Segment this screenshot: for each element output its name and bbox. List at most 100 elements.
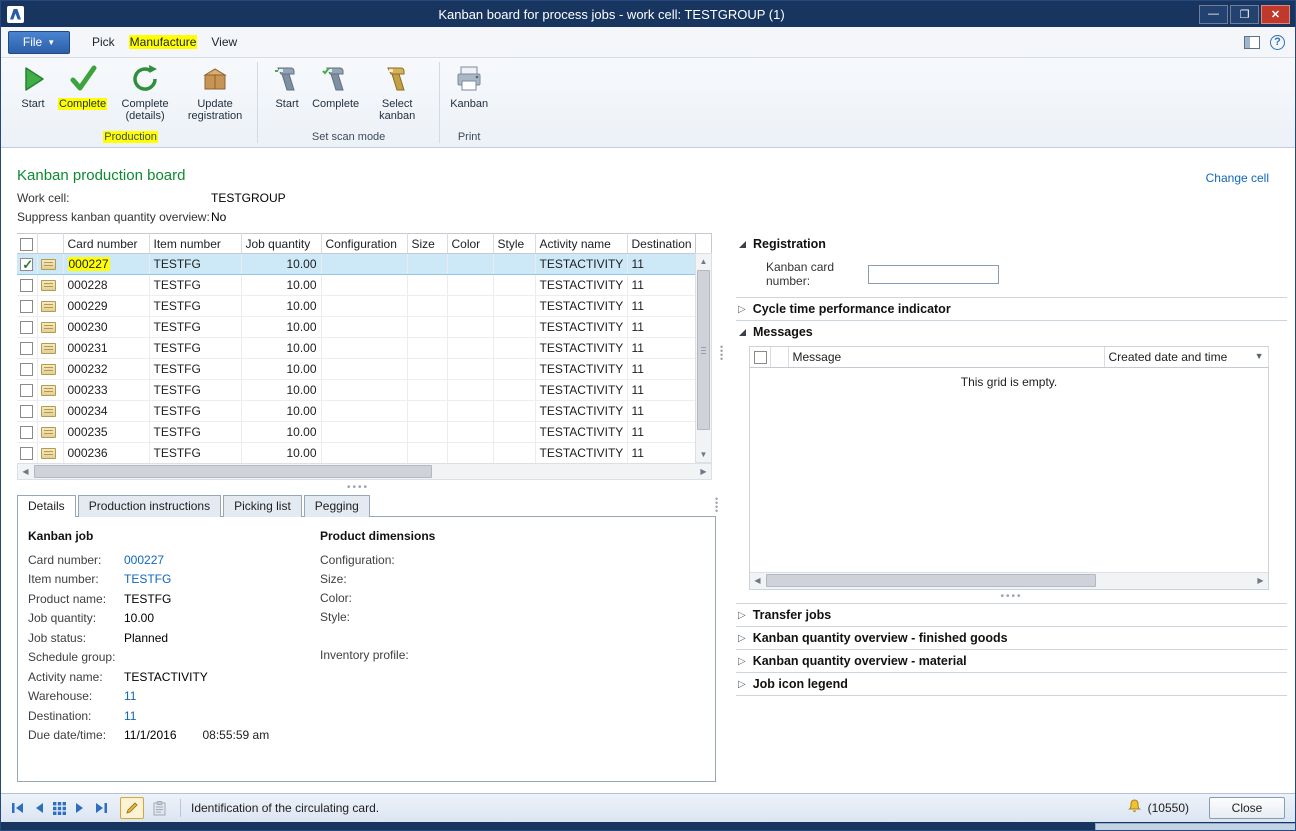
- details-tab[interactable]: Production instructions: [78, 495, 221, 517]
- collapsed-panel-section[interactable]: ▷ Job icon legend: [736, 673, 1287, 696]
- kanban-job-row[interactable]: 000229 TESTFG 10.00 TESTACTIVITY 11: [17, 296, 695, 317]
- size-cell: [407, 359, 447, 380]
- col-style[interactable]: Style: [493, 234, 535, 254]
- select-kanban-button[interactable]: Select kanban: [362, 61, 432, 124]
- next-record-button[interactable]: [74, 802, 86, 814]
- splitter-handle[interactable]: ••••: [347, 482, 369, 493]
- layout-panels-icon[interactable]: [1244, 36, 1260, 49]
- collapsed-panel-section[interactable]: ▷ Kanban quantity overview - material: [736, 650, 1287, 673]
- kanban-job-row[interactable]: 000233 TESTFG 10.00 TESTACTIVITY 11: [17, 380, 695, 401]
- destination-cell: 11: [627, 296, 695, 317]
- edit-record-button[interactable]: [120, 797, 144, 819]
- print-kanban-button[interactable]: Kanban: [447, 61, 491, 112]
- scroll-left-icon[interactable]: ◀: [18, 464, 33, 479]
- scroll-left-icon[interactable]: ◀: [750, 573, 765, 588]
- close-window-button[interactable]: ✕: [1261, 5, 1290, 24]
- change-cell-link[interactable]: Change cell: [1206, 171, 1269, 185]
- messages-horizontal-scrollbar[interactable]: ◀ ▶: [750, 572, 1268, 589]
- kanban-job-row[interactable]: 000227 TESTFG 10.00 TESTACTIVITY 11: [17, 254, 695, 275]
- col-size[interactable]: Size: [407, 234, 447, 254]
- row-checkbox[interactable]: [20, 342, 33, 355]
- scrollbar-thumb[interactable]: [697, 270, 710, 430]
- kanban-job-row[interactable]: 000231 TESTFG 10.00 TESTACTIVITY 11: [17, 338, 695, 359]
- last-record-button[interactable]: [94, 802, 108, 814]
- section-messages[interactable]: Messages: [736, 321, 1287, 344]
- section-registration[interactable]: Registration: [736, 233, 1287, 256]
- row-checkbox[interactable]: [20, 258, 33, 271]
- kanban-card-icon: [41, 427, 56, 438]
- row-checkbox[interactable]: [20, 426, 33, 439]
- splitter-handle[interactable]: ••••: [736, 590, 1287, 603]
- section-cycle-time[interactable]: ▷ Cycle time performance indicator: [736, 298, 1287, 321]
- row-checkbox[interactable]: [20, 279, 33, 292]
- scrollbar-thumb[interactable]: [34, 465, 432, 478]
- color-cell: [447, 296, 493, 317]
- kanban-job-row[interactable]: 000228 TESTFG 10.00 TESTACTIVITY 11: [17, 275, 695, 296]
- scan-complete-button[interactable]: Complete: [309, 61, 362, 112]
- select-all-checkbox[interactable]: [20, 238, 33, 251]
- messages-select-all-checkbox[interactable]: [754, 351, 767, 364]
- kanban-job-row[interactable]: 000236 TESTFG 10.00 TESTACTIVITY 11: [17, 443, 695, 464]
- row-checkbox[interactable]: [20, 363, 33, 376]
- collapsed-panel-section[interactable]: ▷ Transfer jobs: [736, 604, 1287, 627]
- ribbon-tab[interactable]: View: [197, 29, 251, 55]
- details-tab[interactable]: Picking list: [223, 495, 302, 517]
- details-tab[interactable]: Pegging: [304, 495, 370, 517]
- style-cell: [493, 275, 535, 296]
- scroll-up-icon[interactable]: ▲: [696, 254, 711, 269]
- scan-start-button[interactable]: Start: [265, 61, 309, 112]
- kanban-job-row[interactable]: 000230 TESTFG 10.00 TESTACTIVITY 11: [17, 317, 695, 338]
- vertical-splitter-handle[interactable]: ••••: [715, 497, 721, 513]
- scroll-right-icon[interactable]: ▶: [696, 464, 711, 479]
- scroll-right-icon[interactable]: ▶: [1253, 573, 1268, 588]
- item-number-cell: TESTFG: [149, 317, 241, 338]
- destination-cell: 11: [627, 317, 695, 338]
- grid-vertical-scrollbar[interactable]: ▲ ▼: [695, 253, 712, 463]
- kanban-job-row[interactable]: 000232 TESTFG 10.00 TESTACTIVITY 11: [17, 359, 695, 380]
- file-menu-button[interactable]: File ▼: [8, 31, 70, 54]
- row-checkbox[interactable]: [20, 447, 33, 460]
- row-checkbox[interactable]: [20, 321, 33, 334]
- details-tab[interactable]: Details: [17, 495, 76, 517]
- collapsed-panel-section[interactable]: ▷ Kanban quantity overview - finished go…: [736, 627, 1287, 650]
- minimize-button[interactable]: —: [1199, 5, 1228, 24]
- job-quantity-cell: 10.00: [241, 338, 321, 359]
- notifications-bell-icon[interactable]: [1127, 799, 1142, 817]
- vertical-splitter-handle[interactable]: ••••: [720, 345, 726, 361]
- col-activity-name[interactable]: Activity name: [535, 234, 627, 254]
- maximize-button[interactable]: ❐: [1230, 5, 1259, 24]
- update-registration-button[interactable]: Update registration: [180, 61, 250, 124]
- first-record-button[interactable]: [11, 802, 25, 814]
- close-form-button[interactable]: Close: [1209, 797, 1285, 819]
- help-icon[interactable]: ?: [1270, 35, 1285, 50]
- kanban-card-number-input[interactable]: [868, 265, 999, 284]
- previous-record-button[interactable]: [33, 802, 45, 814]
- ribbon-tab[interactable]: Pick: [78, 29, 129, 55]
- scroll-down-icon[interactable]: ▼: [696, 447, 711, 462]
- job-quantity-cell: 10.00: [241, 380, 321, 401]
- col-created-date[interactable]: Created date and time ▼: [1104, 347, 1268, 367]
- col-message[interactable]: Message: [788, 347, 1104, 367]
- kanban-job-row[interactable]: 000235 TESTFG 10.00 TESTACTIVITY 11: [17, 422, 695, 443]
- start-play-icon: [17, 63, 49, 95]
- grid-horizontal-scrollbar[interactable]: ◀ ▶: [17, 463, 712, 480]
- grid-view-button[interactable]: [53, 802, 66, 815]
- style-cell: [493, 380, 535, 401]
- col-item-number[interactable]: Item number: [149, 234, 241, 254]
- attach-document-button[interactable]: [148, 797, 170, 819]
- production-start-button[interactable]: Start: [11, 61, 55, 112]
- production-complete-button[interactable]: Complete: [55, 61, 110, 112]
- row-checkbox[interactable]: [20, 405, 33, 418]
- kanban-job-row[interactable]: 000234 TESTFG 10.00 TESTACTIVITY 11: [17, 401, 695, 422]
- ribbon-tab[interactable]: Manufacture: [129, 35, 198, 49]
- col-color[interactable]: Color: [447, 234, 493, 254]
- sort-dropdown-icon[interactable]: ▼: [1255, 351, 1264, 361]
- row-checkbox[interactable]: [20, 300, 33, 313]
- production-complete-details-button[interactable]: Complete (details): [110, 61, 180, 124]
- row-checkbox[interactable]: [20, 384, 33, 397]
- scrollbar-thumb[interactable]: [766, 574, 1096, 587]
- col-configuration[interactable]: Configuration: [321, 234, 407, 254]
- col-job-quantity[interactable]: Job quantity: [241, 234, 321, 254]
- col-destination[interactable]: Destination: [627, 234, 695, 254]
- col-card-number[interactable]: Card number: [63, 234, 149, 254]
